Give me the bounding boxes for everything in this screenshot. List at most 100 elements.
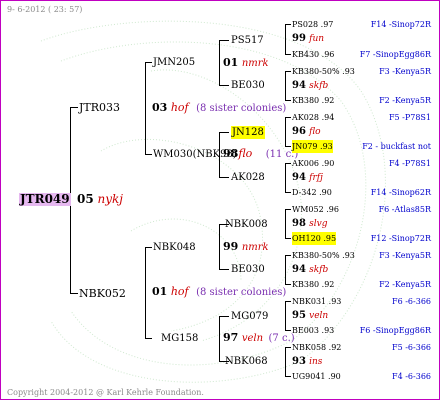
connector [285,163,286,193]
connector [285,347,291,348]
connector [285,24,286,55]
gen4-id[interactable]: OH120 .95 [292,232,337,245]
gen4-source: F12 -Sinop72R [370,234,431,243]
connector [219,85,229,86]
gen4-source: F5 -P78S1 [388,113,431,122]
gen4-mid: 96 flo [292,126,321,137]
connector [70,293,78,294]
mf-colony-id[interactable]: NBK048 [153,241,196,254]
gen4-source: F4 -6-366 [392,372,431,381]
connector [285,192,291,193]
gen4-mid: 94 frfj [292,172,323,183]
connector [285,301,286,331]
connector [285,209,286,239]
connector [285,71,291,72]
connector [145,154,152,155]
gen4-id[interactable]: NBK031 .93 [292,295,341,308]
fm-breed: 98flo (11 c.) [223,147,299,160]
gen4-id[interactable]: KB380-50% .93 [292,65,355,78]
gen4-source: F7 -SinopEgg86R [359,50,431,59]
connector [219,316,229,317]
gen4-mid: 94 skfb [292,80,329,91]
gen3-jn128[interactable]: JN128 [231,126,265,139]
connector [70,107,78,108]
connector [285,163,291,164]
gen4-mid: 94 skfb [292,264,329,275]
gen3-be030-b[interactable]: BE030 [231,263,265,276]
connector [285,24,291,25]
ff-colony-id[interactable]: JMN205 [153,56,195,69]
gen3-nbk048-breed: 99 nmrk [223,240,269,253]
connector [145,62,146,155]
gen4-id[interactable]: PS028 .97 [292,18,333,31]
connector [219,269,229,270]
connector [145,247,146,339]
gen4-source: F3 -Kenya5R [379,67,431,76]
connector [285,117,286,147]
gen3-ps517[interactable]: PS517 [231,34,264,47]
father-mid-breed: 03 hof (8 sister colonies) [152,101,287,114]
root-colony-id[interactable]: JTR049 [19,193,71,206]
connector [219,40,220,86]
gen4-source: F5 -6-366 [392,343,431,352]
gen4-source: F2 - buckfast not [362,142,431,151]
connector [285,71,286,101]
connector [219,316,220,362]
gen4-id[interactable]: KB380 .92 [292,94,334,107]
pedigree-frame: 9- 6-2012 ( 23: 57) Copyright 2004-2012 … [0,0,440,400]
gen4-source: F2 -Kenya5R [379,96,431,105]
gen4-mid: 98 slvg [292,218,328,229]
connector [285,117,291,118]
gen3-nbk008[interactable]: NBK008 [225,218,268,231]
gen4-id[interactable]: KB380 .92 [292,278,334,291]
connector [285,255,286,285]
mother-breed: 01 hof (8 sister colonies) [152,285,287,298]
mother-colony-id[interactable]: NBK052 [79,287,126,300]
mm-breed: 97 veln (7 c.) [223,331,295,344]
gen4-source: F14 -Sinop62R [370,188,431,197]
gen3-jmn-breed: 01 nmrk [223,56,269,69]
father-colony-id[interactable]: JTR033 [79,101,120,114]
gen3-ak028[interactable]: AK028 [231,171,265,184]
connector [285,301,291,302]
connector [285,238,291,239]
gen3-nbk068[interactable]: NBK068 [225,355,268,368]
gen4-source: F4 -P78S1 [388,159,431,168]
gen4-id[interactable]: AK028 .94 [292,111,334,124]
gen4-source: F6 -SinopEgg86R [359,326,431,335]
connector [285,209,291,210]
gen4-source: F3 -Kenya5R [379,251,431,260]
gen3-mg079[interactable]: MG079 [231,310,268,323]
connector [285,54,291,55]
gen4-id[interactable]: KB430 .96 [292,48,334,61]
copyright: Copyright 2004-2012 @ Karl Kehrle Founda… [7,388,204,397]
gen4-id[interactable]: JN079 .93 [292,140,333,153]
gen4-source: F14 -Sinop72R [370,20,431,29]
connector [145,62,152,63]
gen4-id[interactable]: UG9041 .90 [292,370,341,383]
gen4-id[interactable]: WM052 .96 [292,203,339,216]
gen4-mid: 95 veln [292,310,329,321]
connector [219,40,229,41]
gen4-id[interactable]: NBK058 .92 [292,341,341,354]
print-date: 9- 6-2012 ( 23: 57) [7,5,83,14]
connector [145,247,152,248]
gen4-source: F6 -6-366 [392,297,431,306]
gen3-be030-a[interactable]: BE030 [231,79,265,92]
gen4-source: F2 -Kenya5R [379,280,431,289]
gen4-mid: 93 ins [292,356,323,367]
gen4-source: F6 -Atlas85R [378,205,431,214]
connector [285,255,291,256]
connector [285,376,291,377]
connector [219,224,220,270]
gen4-mid: 99 fun [292,33,325,44]
connector [285,347,286,377]
connector [219,177,229,178]
gen4-id[interactable]: AK006 .90 [292,157,334,170]
root-breed: 05 nykj [77,192,124,206]
mm-colony-id[interactable]: MG158 [161,332,198,345]
gen4-id[interactable]: D-342 .90 [292,186,332,199]
connector [145,338,152,339]
gen4-id[interactable]: BE003 .93 [292,324,334,337]
gen4-id[interactable]: KB380-50% .93 [292,249,355,262]
